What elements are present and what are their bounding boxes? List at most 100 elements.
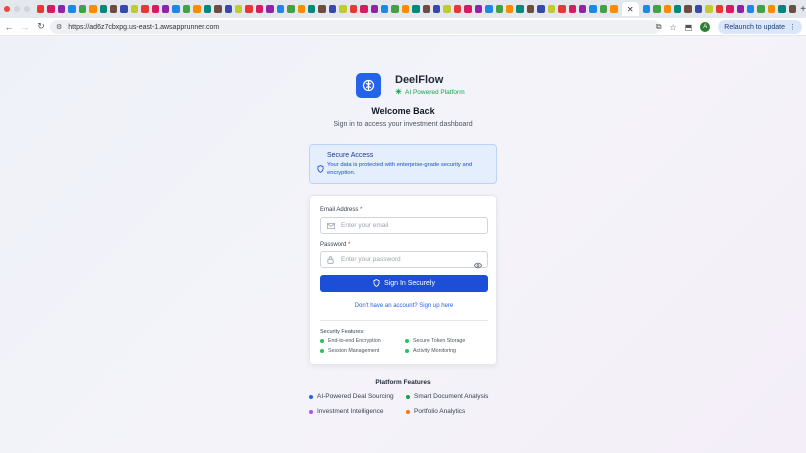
email-field[interactable] xyxy=(320,217,488,234)
tab-favicon-icon[interactable] xyxy=(78,5,87,13)
site-settings-icon[interactable]: ⚙ xyxy=(56,23,62,31)
tab-favicon-icon[interactable] xyxy=(99,5,107,13)
maximize-window-button[interactable] xyxy=(24,6,30,12)
tab-favicon-icon[interactable] xyxy=(349,5,358,13)
tab-favicon-icon[interactable] xyxy=(453,5,462,13)
tab-favicon-icon[interactable] xyxy=(433,5,441,13)
tab-favicon-icon[interactable] xyxy=(130,5,139,13)
tab-favicon-icon[interactable] xyxy=(412,5,420,13)
minimize-window-button[interactable] xyxy=(14,6,20,12)
active-tab[interactable]: ✕ xyxy=(621,2,639,16)
tab-favicon-icon[interactable] xyxy=(589,5,597,13)
extensions-icon[interactable]: ⬒ xyxy=(685,23,693,32)
more-menu-icon[interactable]: ⋮ xyxy=(789,23,796,31)
tab-favicon-icon[interactable] xyxy=(68,5,76,13)
tab-favicon-icon[interactable] xyxy=(235,5,243,13)
tab-favicon-icon[interactable] xyxy=(276,5,285,13)
tab-favicon-icon[interactable] xyxy=(318,5,326,13)
tab-favicon-icon[interactable] xyxy=(224,5,233,13)
tab-favicon-icon[interactable] xyxy=(526,5,535,13)
tab-favicon-icon[interactable] xyxy=(401,5,410,13)
relaunch-button[interactable]: Relaunch to update ⋮ xyxy=(718,20,802,34)
show-password-eye-icon[interactable] xyxy=(473,256,483,274)
tab-favicon-icon[interactable] xyxy=(516,5,524,13)
tab-favicon-icon[interactable] xyxy=(266,5,274,13)
tab-favicon-icon[interactable] xyxy=(610,5,618,13)
tab-favicon-icon[interactable] xyxy=(558,5,566,13)
tab-favicon-icon[interactable] xyxy=(328,5,337,13)
tab-favicon-icon[interactable] xyxy=(705,5,713,13)
tab-favicon-icon[interactable] xyxy=(151,5,160,13)
tab-favicon-icon[interactable] xyxy=(307,5,316,13)
tab-favicon-icon[interactable] xyxy=(193,5,201,13)
feature-dot-icon xyxy=(406,409,410,414)
forward-arrow-icon[interactable]: → xyxy=(18,22,32,32)
email-input[interactable] xyxy=(341,222,471,229)
password-field[interactable] xyxy=(320,251,488,269)
tab-favicon-icon[interactable] xyxy=(642,5,651,13)
tab-favicon-icon[interactable] xyxy=(245,5,253,13)
sign-in-button[interactable]: Sign In Securely xyxy=(320,275,488,292)
new-tab-button[interactable]: + xyxy=(800,4,806,15)
pinned-tabs[interactable] xyxy=(36,2,619,16)
tab-favicon-icon[interactable] xyxy=(47,5,55,13)
tab-favicon-icon[interactable] xyxy=(255,5,264,13)
tab-favicon-icon[interactable] xyxy=(537,5,545,13)
tab-favicon-icon[interactable] xyxy=(443,5,451,13)
tab-favicon-icon[interactable] xyxy=(37,5,45,13)
tab-favicon-icon[interactable] xyxy=(684,5,692,13)
brand-tagline: AI Powered Platform xyxy=(395,88,465,97)
tab-favicon-icon[interactable] xyxy=(474,5,483,13)
tab-favicon-icon[interactable] xyxy=(767,5,776,13)
tab-favicon-icon[interactable] xyxy=(370,5,378,13)
tab-favicon-icon[interactable] xyxy=(485,5,493,13)
close-window-button[interactable] xyxy=(4,6,10,12)
tab-favicon-icon[interactable] xyxy=(360,5,368,13)
tab-favicon-icon[interactable] xyxy=(736,5,744,13)
tab-favicon-icon[interactable] xyxy=(141,5,149,13)
tab-favicon-icon[interactable] xyxy=(89,5,97,13)
other-tabs[interactable] xyxy=(642,2,797,16)
close-tab-icon[interactable]: ✕ xyxy=(627,5,634,14)
password-input[interactable] xyxy=(341,256,471,263)
bookmark-star-icon[interactable]: ☆ xyxy=(670,23,677,32)
tab-favicon-icon[interactable] xyxy=(422,5,431,13)
tab-favicon-icon[interactable] xyxy=(663,5,672,13)
tab-favicon-icon[interactable] xyxy=(297,5,305,13)
tab-favicon-icon[interactable] xyxy=(778,5,786,13)
tab-favicon-icon[interactable] xyxy=(339,5,347,13)
tab-favicon-icon[interactable] xyxy=(380,5,389,13)
sign-up-link[interactable]: Don't have an account? Sign up here xyxy=(310,303,498,309)
back-arrow-icon[interactable]: ← xyxy=(2,22,16,32)
tab-favicon-icon[interactable] xyxy=(788,5,797,13)
tab-favicon-icon[interactable] xyxy=(568,5,576,13)
tab-favicon-icon[interactable] xyxy=(674,5,682,13)
tab-favicon-icon[interactable] xyxy=(214,5,222,13)
tab-favicon-icon[interactable] xyxy=(747,5,755,13)
tab-favicon-icon[interactable] xyxy=(162,5,170,13)
tab-favicon-icon[interactable] xyxy=(578,5,587,13)
address-bar[interactable]: ⚙ https://ad6z7cbxpg.us-east-1.awsapprun… xyxy=(50,20,660,34)
tab-favicon-icon[interactable] xyxy=(120,5,128,13)
tab-favicon-icon[interactable] xyxy=(505,5,514,13)
tab-favicon-icon[interactable] xyxy=(182,5,191,13)
tab-favicon-icon[interactable] xyxy=(172,5,180,13)
reload-icon[interactable]: ↻ xyxy=(34,21,48,32)
tab-favicon-icon[interactable] xyxy=(109,5,118,13)
tab-favicon-icon[interactable] xyxy=(653,5,661,13)
tab-favicon-icon[interactable] xyxy=(391,5,399,13)
tab-favicon-icon[interactable] xyxy=(464,5,472,13)
tab-favicon-icon[interactable] xyxy=(203,5,212,13)
install-app-icon[interactable]: ⧉ xyxy=(656,22,662,32)
tab-favicon-icon[interactable] xyxy=(495,5,503,13)
tab-favicon-icon[interactable] xyxy=(694,5,703,13)
tab-favicon-icon[interactable] xyxy=(757,5,765,13)
tab-favicon-icon[interactable] xyxy=(57,5,66,13)
tab-favicon-icon[interactable] xyxy=(287,5,295,13)
tab-favicon-icon[interactable] xyxy=(715,5,724,13)
tab-favicon-icon[interactable] xyxy=(726,5,734,13)
tab-favicon-icon[interactable] xyxy=(599,5,608,13)
tab-favicon-icon[interactable] xyxy=(547,5,556,13)
profile-avatar[interactable]: A xyxy=(700,22,711,32)
url-text[interactable]: https://ad6z7cbxpg.us-east-1.awsapprunne… xyxy=(68,24,219,31)
